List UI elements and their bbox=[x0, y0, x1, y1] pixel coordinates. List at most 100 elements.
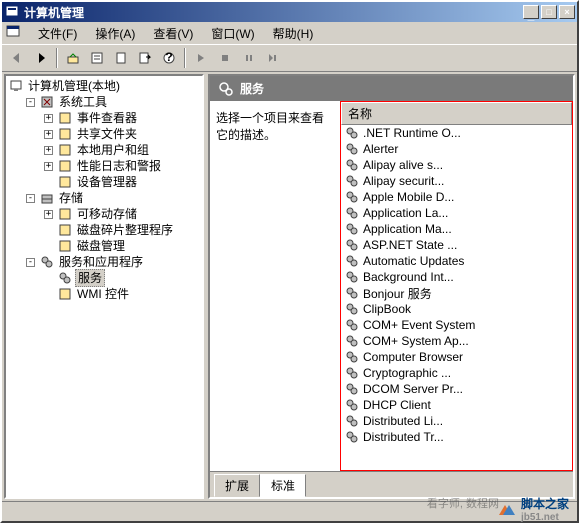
description-text: 选择一个项目来查看它的描述。 bbox=[216, 111, 324, 142]
tree-sa-1[interactable]: WMI 控件 bbox=[44, 286, 200, 302]
minimize-button[interactable]: _ bbox=[523, 5, 539, 19]
help-button[interactable]: ? bbox=[158, 47, 180, 69]
service-name: Application Ma... bbox=[363, 222, 452, 236]
tree-sa-0[interactable]: 服务 bbox=[44, 270, 200, 286]
service-name: ClipBook bbox=[363, 302, 411, 316]
service-name: Cryptographic ... bbox=[363, 366, 451, 380]
collapse-icon[interactable]: - bbox=[26, 194, 35, 203]
service-row[interactable]: Apple Mobile D... bbox=[341, 189, 572, 205]
menu-action[interactable]: 操作(A) bbox=[87, 23, 143, 44]
list-body[interactable]: .NET Runtime O...AlerterAlipay alive s..… bbox=[341, 125, 572, 470]
menu-file[interactable]: 文件(F) bbox=[30, 23, 85, 44]
service-row[interactable]: .NET Runtime O... bbox=[341, 125, 572, 141]
tree-systool-0[interactable]: + 事件查看器 bbox=[44, 110, 200, 126]
main-body: 计算机管理(本地) - 系统工具 +事件查看器+共享文件夹+本地用户和组+性能日… bbox=[2, 72, 577, 501]
tree-storage-2[interactable]: 磁盘管理 bbox=[44, 238, 200, 254]
tree-system-tools[interactable]: - 系统工具 bbox=[26, 94, 200, 110]
service-icon bbox=[345, 382, 361, 396]
service-icon bbox=[345, 158, 361, 172]
expand-icon[interactable]: + bbox=[44, 130, 53, 139]
refresh-button[interactable] bbox=[110, 47, 132, 69]
tree-systool-3[interactable]: + 性能日志和警报 bbox=[44, 158, 200, 174]
service-row[interactable]: Computer Browser bbox=[341, 349, 572, 365]
service-row[interactable]: Application Ma... bbox=[341, 221, 572, 237]
svg-text:?: ? bbox=[165, 51, 172, 64]
service-row[interactable]: Alipay alive s... bbox=[341, 157, 572, 173]
titlebar[interactable]: 计算机管理 _ □ × bbox=[2, 2, 577, 22]
column-header-name[interactable]: 名称 bbox=[341, 102, 572, 125]
service-icon bbox=[345, 190, 361, 204]
up-button[interactable] bbox=[62, 47, 84, 69]
service-row[interactable]: Distributed Tr... bbox=[341, 429, 572, 445]
expand-icon[interactable]: + bbox=[44, 146, 53, 155]
service-name: Distributed Tr... bbox=[363, 430, 444, 444]
restart-button[interactable] bbox=[262, 47, 284, 69]
service-icon bbox=[345, 350, 361, 364]
service-row[interactable]: Cryptographic ... bbox=[341, 365, 572, 381]
tree-label: WMI 控件 bbox=[75, 286, 131, 302]
toolbar: ? bbox=[2, 44, 577, 72]
window-icon bbox=[6, 25, 22, 41]
tree-panel[interactable]: 计算机管理(本地) - 系统工具 +事件查看器+共享文件夹+本地用户和组+性能日… bbox=[4, 74, 204, 499]
service-icon bbox=[345, 302, 361, 316]
service-name: DHCP Client bbox=[363, 398, 431, 412]
service-row[interactable]: COM+ Event System bbox=[341, 317, 572, 333]
panel-title: 服务 bbox=[240, 80, 264, 97]
export-button[interactable] bbox=[134, 47, 156, 69]
menu-window[interactable]: 窗口(W) bbox=[203, 23, 262, 44]
tree-storage-1[interactable]: 磁盘碎片整理程序 bbox=[44, 222, 200, 238]
menu-help[interactable]: 帮助(H) bbox=[265, 23, 322, 44]
expand-icon[interactable]: + bbox=[44, 114, 53, 123]
tree-label: 性能日志和警报 bbox=[75, 158, 163, 174]
properties-button[interactable] bbox=[86, 47, 108, 69]
service-row[interactable]: Bonjour 服务 bbox=[341, 285, 572, 301]
service-row[interactable]: Distributed Li... bbox=[341, 413, 572, 429]
tab-extended[interactable]: 扩展 bbox=[214, 474, 260, 497]
service-row[interactable]: DHCP Client bbox=[341, 397, 572, 413]
service-name: Computer Browser bbox=[363, 350, 463, 364]
service-icon bbox=[345, 254, 361, 268]
tree-systool-4[interactable]: 设备管理器 bbox=[44, 174, 200, 190]
tree-label: 设备管理器 bbox=[75, 174, 139, 190]
tree-services-apps[interactable]: - 服务和应用程序 bbox=[26, 254, 200, 270]
service-icon bbox=[345, 222, 361, 236]
forward-button[interactable] bbox=[30, 47, 52, 69]
tree-label: 事件查看器 bbox=[75, 110, 139, 126]
app-icon bbox=[4, 4, 20, 20]
tabs: 扩展 标准 bbox=[210, 471, 573, 497]
service-row[interactable]: ASP.NET State ... bbox=[341, 237, 572, 253]
play-button[interactable] bbox=[190, 47, 212, 69]
service-icon bbox=[345, 366, 361, 380]
menu-view[interactable]: 查看(V) bbox=[145, 23, 201, 44]
expand-icon[interactable]: + bbox=[44, 210, 53, 219]
tree-root[interactable]: 计算机管理(本地) bbox=[8, 78, 200, 94]
service-row[interactable]: Application La... bbox=[341, 205, 572, 221]
tab-standard[interactable]: 标准 bbox=[260, 474, 306, 497]
service-row[interactable]: Alerter bbox=[341, 141, 572, 157]
service-icon bbox=[345, 430, 361, 444]
tools-icon bbox=[39, 94, 55, 110]
window-title: 计算机管理 bbox=[24, 4, 523, 21]
pause-button[interactable] bbox=[238, 47, 260, 69]
expand-icon[interactable]: + bbox=[44, 162, 53, 171]
tree-systool-2[interactable]: +本地用户和组 bbox=[44, 142, 200, 158]
collapse-icon[interactable]: - bbox=[26, 258, 35, 267]
collapse-icon[interactable]: - bbox=[26, 98, 35, 107]
tree-systool-1[interactable]: +共享文件夹 bbox=[44, 126, 200, 142]
tree-storage-0[interactable]: +可移动存储 bbox=[44, 206, 200, 222]
list-header: 名称 bbox=[341, 102, 572, 125]
back-button[interactable] bbox=[6, 47, 28, 69]
service-row[interactable]: Background Int... bbox=[341, 269, 572, 285]
computer-management-window: 计算机管理 _ □ × 文件(F) 操作(A) 查看(V) 窗口(W) 帮助(H… bbox=[0, 0, 579, 523]
service-row[interactable]: Alipay securit... bbox=[341, 173, 572, 189]
service-icon bbox=[345, 270, 361, 284]
event-icon bbox=[57, 110, 73, 126]
service-row[interactable]: ClipBook bbox=[341, 301, 572, 317]
stop-button[interactable] bbox=[214, 47, 236, 69]
service-row[interactable]: COM+ System Ap... bbox=[341, 333, 572, 349]
maximize-button[interactable]: □ bbox=[541, 5, 557, 19]
service-row[interactable]: Automatic Updates bbox=[341, 253, 572, 269]
tree-storage[interactable]: - 存储 bbox=[26, 190, 200, 206]
close-button[interactable]: × bbox=[559, 5, 575, 19]
service-row[interactable]: DCOM Server Pr... bbox=[341, 381, 572, 397]
